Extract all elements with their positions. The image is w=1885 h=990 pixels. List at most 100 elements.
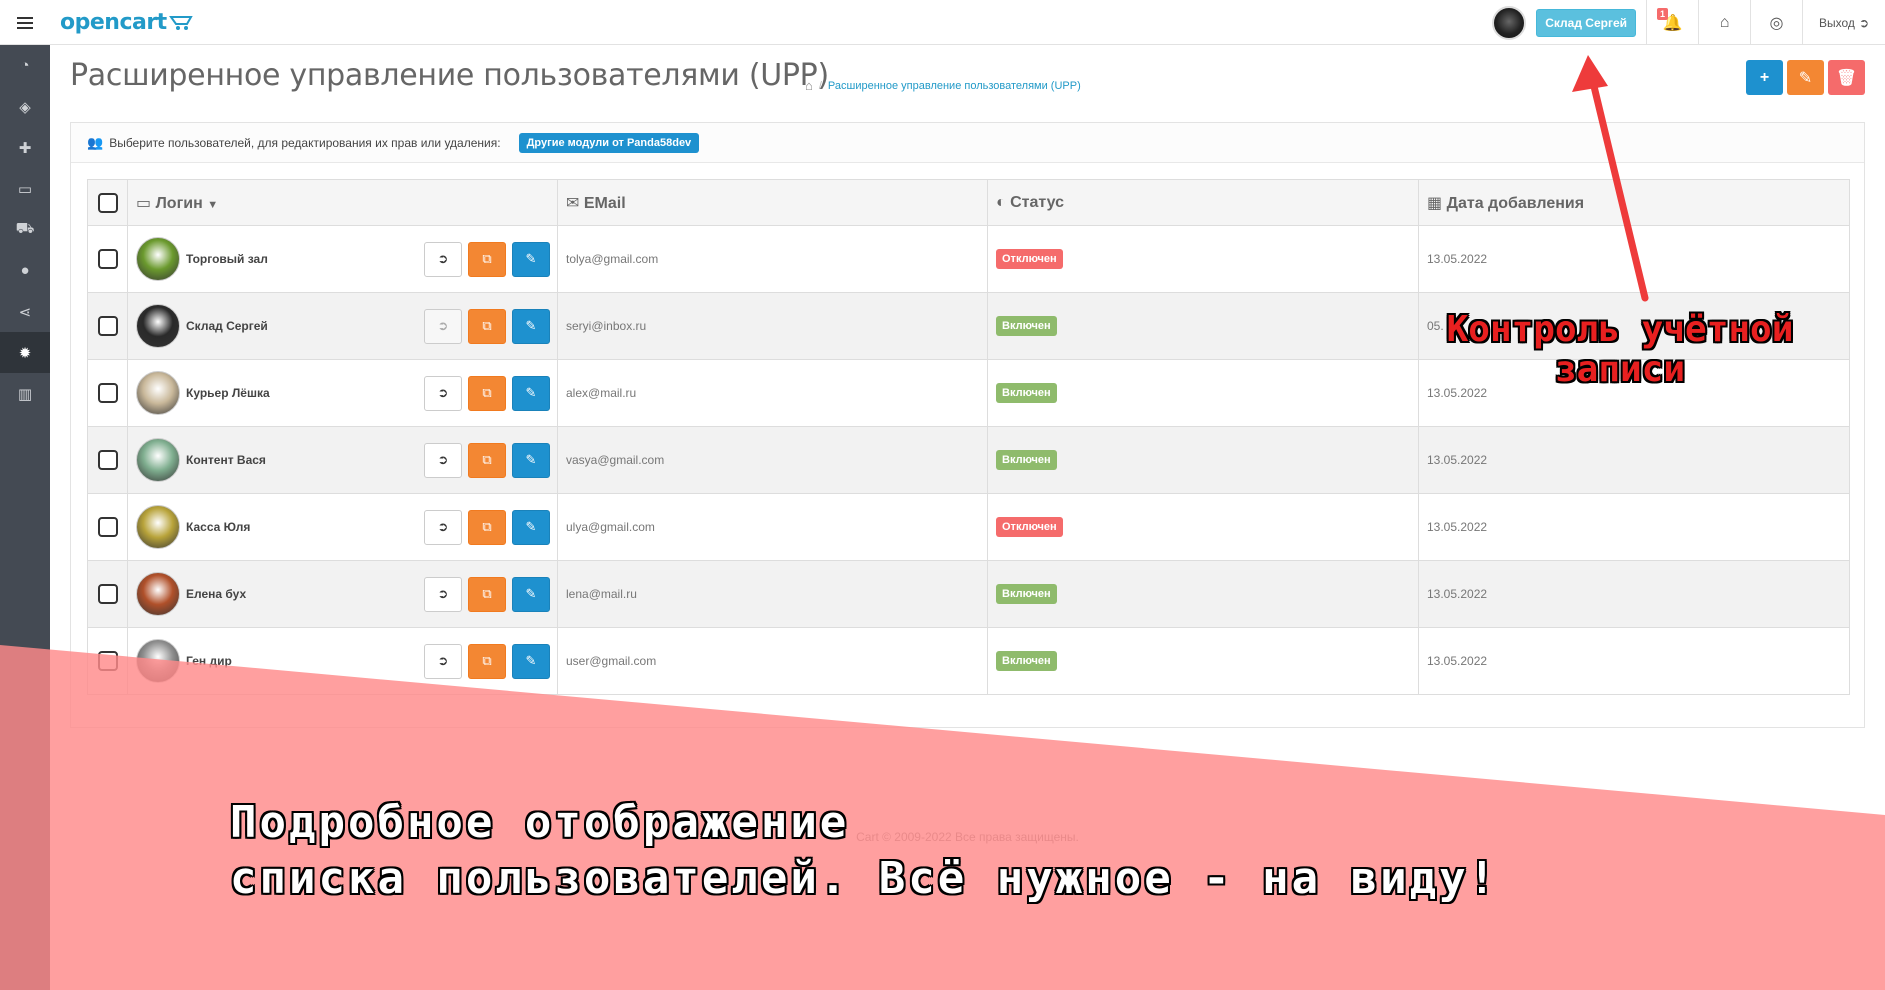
user-name: Ген дир	[186, 654, 232, 668]
copy-user-button[interactable]: ⧉	[468, 442, 506, 478]
login-cell: Касса Юля ➲ ⧉ ✎	[127, 493, 558, 561]
copy-user-button[interactable]: ⧉	[468, 375, 506, 411]
login-cell: Ген дир ➲ ⧉ ✎	[127, 627, 558, 695]
edit-user-button[interactable]: ✎	[512, 375, 550, 411]
sign-in-icon: ➲	[437, 251, 449, 266]
sidebar-item-cog[interactable]: ✹	[0, 332, 50, 373]
add-button[interactable]: +	[1746, 60, 1783, 95]
row-select-cell	[87, 560, 128, 628]
desktop-icon: ▭	[17, 180, 33, 198]
status-badge: Включен	[996, 651, 1057, 671]
status-header-label: Статус	[1010, 193, 1065, 211]
row-checkbox[interactable]	[97, 316, 118, 336]
promo-caption-line-1: Подробное отображение	[230, 797, 850, 848]
users-table: ▭ Логин ▼ ✉ EMail ◐ Статус ▦ Дата добавл…	[87, 179, 1850, 695]
login-as-user-button[interactable]: ➲	[424, 375, 462, 411]
avatar	[136, 304, 180, 348]
table-row: Ген дир ➲ ⧉ ✎ user@gmail.com Включен 13.…	[87, 627, 1850, 695]
row-checkbox[interactable]	[97, 584, 118, 604]
breadcrumb-home-icon[interactable]: ⌂	[805, 78, 813, 93]
copy-user-button[interactable]: ⧉	[468, 308, 506, 344]
avatar	[136, 505, 180, 549]
sidebar-item-puzzle[interactable]: ✚	[0, 127, 50, 168]
sign-in-icon: ➲	[437, 653, 449, 668]
edit-user-button[interactable]: ✎	[512, 442, 550, 478]
other-modules-button[interactable]: Другие модули от Panda58dev	[518, 132, 700, 153]
current-user[interactable]: Склад Сергей	[1482, 0, 1648, 45]
row-checkbox[interactable]	[97, 383, 118, 403]
login-as-user-button[interactable]: ➲	[424, 509, 462, 545]
copy-user-button[interactable]: ⧉	[468, 643, 506, 679]
sidebar-item-bar-chart[interactable]: ▥	[0, 373, 50, 414]
date-cell: 13.05.2022	[1418, 426, 1850, 494]
copy-user-button[interactable]: ⧉	[468, 576, 506, 612]
users-panel: 👥 Выберите пользователей, для редактиров…	[70, 122, 1865, 728]
edit-user-button[interactable]: ✎	[512, 308, 550, 344]
login-as-user-button[interactable]: ➲	[424, 643, 462, 679]
table-header-row: ▭ Логин ▼ ✉ EMail ◐ Статус ▦ Дата добавл…	[87, 179, 1850, 226]
login-as-user-button[interactable]: ➲	[424, 442, 462, 478]
row-checkbox[interactable]	[97, 249, 118, 269]
current-user-button[interactable]: Склад Сергей	[1536, 8, 1637, 37]
sidebar-item-share[interactable]: ⋖	[0, 291, 50, 332]
sign-in-icon: ➲	[437, 318, 449, 333]
puzzle-icon: ✚	[18, 139, 32, 157]
row-checkbox[interactable]	[97, 517, 118, 537]
copy-user-button[interactable]: ⧉	[468, 509, 506, 545]
menu-toggle-button[interactable]	[0, 0, 50, 45]
plus-icon: +	[1759, 68, 1770, 86]
edit-user-button[interactable]: ✎	[512, 643, 550, 679]
copy-user-button[interactable]: ⧉	[468, 241, 506, 277]
pencil-icon: ✎	[525, 586, 537, 601]
sidebar-item-user[interactable]: ●	[0, 250, 50, 291]
user-name: Склад Сергей	[186, 319, 268, 333]
edit-button[interactable]: ✎	[1787, 60, 1824, 95]
select-all-cell	[87, 179, 128, 226]
user-name: Торговый зал	[186, 252, 268, 266]
sidebar: ◔ ◈ ✚ ▭ ⛟ ● ⋖ ✹ ▥	[0, 45, 50, 990]
home-button[interactable]: ⌂	[1699, 0, 1752, 45]
avatar	[136, 438, 180, 482]
sidebar-item-cart[interactable]: ⛟	[0, 209, 50, 250]
opencart-logo[interactable]: opencart	[60, 6, 195, 38]
page-title: Расширенное управление пользователями (U…	[70, 58, 829, 93]
pencil-icon: ✎	[1798, 69, 1813, 87]
page-header: Расширенное управление пользователями (U…	[70, 58, 1865, 104]
sidebar-item-desktop[interactable]: ▭	[0, 168, 50, 209]
edit-user-button[interactable]: ✎	[512, 576, 550, 612]
logout-link[interactable]: Выход ➲	[1803, 0, 1885, 45]
callout-line-1: Контроль учётной	[1446, 309, 1794, 350]
sidebar-item-dashboard[interactable]: ◔	[0, 45, 50, 86]
table-row: Елена бух ➲ ⧉ ✎ lena@mail.ru Включен 13.…	[87, 560, 1850, 628]
home-icon: ⌂	[1719, 13, 1730, 31]
row-checkbox[interactable]	[97, 651, 118, 671]
sign-in-icon: ➲	[437, 519, 449, 534]
account-control-callout: Контроль учётной записи	[1440, 310, 1800, 390]
select-all-checkbox[interactable]	[97, 192, 118, 213]
login-cell: Курьер Лёшка ➲ ⧉ ✎	[127, 359, 558, 427]
login-as-user-button[interactable]: ➲	[424, 576, 462, 612]
status-cell: Отключен	[987, 225, 1419, 293]
row-checkbox[interactable]	[97, 450, 118, 470]
edit-user-button[interactable]: ✎	[512, 509, 550, 545]
login-as-user-button[interactable]: ➲	[424, 241, 462, 277]
login-column-header[interactable]: ▭ Логин ▼	[127, 179, 558, 226]
delete-button[interactable]: 🗑	[1828, 60, 1865, 95]
breadcrumb-current[interactable]: Расширенное управление пользователями (U…	[828, 80, 1081, 92]
dashboard-icon: ◔	[20, 57, 30, 74]
panel-heading: 👥 Выберите пользователей, для редактиров…	[71, 123, 1864, 163]
cart-logo-icon	[168, 16, 193, 30]
share-icon: ⋖	[18, 303, 32, 321]
book-icon: ▭	[136, 194, 152, 212]
edit-user-button[interactable]: ✎	[512, 241, 550, 277]
help-button[interactable]: ◎	[1751, 0, 1804, 45]
email-cell: alex@mail.ru	[557, 359, 988, 427]
sidebar-item-tags[interactable]: ◈	[0, 86, 50, 127]
promo-caption-line-2: списка пользователей. Всё нужное - на ви…	[230, 853, 1499, 904]
email-header-label: EMail	[583, 194, 626, 212]
notifications-button[interactable]: 1 🔔	[1647, 0, 1700, 45]
table-row: Торговый зал ➲ ⧉ ✎ tolya@gmail.com Отклю…	[87, 225, 1850, 293]
sign-in-icon: ➲	[437, 452, 449, 467]
copy-icon: ⧉	[482, 385, 492, 400]
login-as-user-button[interactable]: ➲	[424, 308, 462, 344]
